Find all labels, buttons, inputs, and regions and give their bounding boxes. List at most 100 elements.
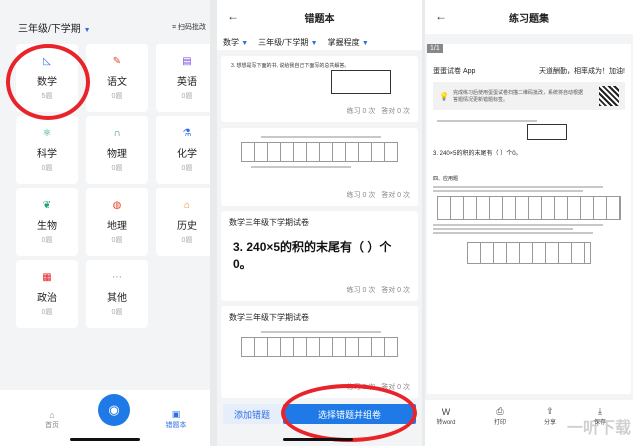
question-table — [437, 196, 621, 220]
back-arrow-icon[interactable]: ← — [227, 9, 239, 23]
subject-card[interactable]: ∩ 物理 0题 — [86, 116, 148, 184]
card-stats: 练习 0 次 答对 0 次 — [346, 192, 410, 199]
subject-name: 数学 — [37, 76, 57, 88]
instruction-note: 💡 完成练习后使用蛋蛋试卷扫描二维码批改，系统将自动根据答题情况更新错题标签。 — [433, 82, 625, 110]
mistake-card[interactable]: 练习 0 次 答对 0 次 — [221, 128, 418, 206]
printer-icon: ⎙ — [496, 406, 504, 416]
toolbar: W 转word ⎙ 打印 ⇪ 分享 ⤓ 保存 一听下载 — [425, 400, 633, 446]
camera-button[interactable]: ◉ — [98, 394, 130, 426]
subject-name: 地理 — [107, 220, 127, 232]
subject-card[interactable]: ⚗ 化学 0题 — [156, 116, 210, 184]
subject-name: 生物 — [37, 220, 57, 232]
subject-name: 政治 — [37, 292, 57, 304]
grade-label: 三年级/下学期 — [18, 24, 81, 35]
subject-name: 化学 — [177, 148, 197, 160]
select-and-compose-button[interactable]: 选择错题并组卷 — [283, 404, 416, 424]
cartoon-image — [331, 70, 391, 94]
worksheet-header: 蛋蛋试卷 App 天道酬勤，相率成为！加油! — [427, 44, 631, 76]
subject-count: 0题 — [41, 236, 53, 244]
mistake-card[interactable]: 数学三年级下学期试卷 3. 240×5的积的末尾有（ ）个0。 练习 0 次 答… — [221, 211, 418, 301]
atom-icon: ⚛ — [42, 127, 52, 139]
dots-icon: ⋯ — [112, 271, 122, 283]
worksheet: 蛋蛋试卷 App 天道酬勤，相率成为！加油! 💡 完成练习后使用蛋蛋试卷扫描二维… — [427, 44, 631, 394]
tab-notebook[interactable]: ▣ 错题本 — [156, 409, 196, 430]
notebook-icon: ▣ — [171, 409, 181, 419]
subject-card[interactable]: ▦ 政治 0题 — [16, 260, 78, 328]
share-icon: ⇪ — [546, 406, 554, 416]
subject-count: 0题 — [41, 308, 53, 316]
filter-subject[interactable]: 数学 ▼ — [223, 37, 248, 48]
subject-count: 0题 — [111, 236, 123, 244]
tool-label: 转word — [436, 420, 456, 426]
subject-count: 0题 — [41, 164, 53, 172]
subject-grid: ◺ 数学 5题 ✎ 语文 0题 ▤ 英语 0题 ⚛ 科学 0题 ∩ 物理 0题 ⚗ 化学 0题 ❦ 生物 0题 ◍ 地理 0题… — [16, 44, 210, 328]
home-indicator — [283, 438, 353, 441]
subject-count: 0题 — [181, 92, 193, 100]
app-name: 蛋蛋试卷 App — [433, 68, 476, 75]
header: ← 错题本 — [217, 0, 422, 34]
tab-notebook-label: 错题本 — [165, 422, 187, 429]
subject-count: 0题 — [111, 308, 123, 316]
filter-grade[interactable]: 三年级/下学期 ▼ — [258, 37, 317, 48]
subject-panel: 三年级/下学期 ▼ ⌗ 扫码批改 ◺ 数学 5题 ✎ 语文 0题 ▤ 英语 0题 ⚛ 科学 0题 ∩ 物理… — [0, 0, 210, 446]
subject-card[interactable]: ◍ 地理 0题 — [86, 188, 148, 256]
magnet-icon: ∩ — [113, 127, 121, 139]
subject-card[interactable]: ⚛ 科学 0题 — [16, 116, 78, 184]
back-arrow-icon[interactable]: ← — [435, 9, 447, 23]
triangle-ruler-icon: ◺ — [43, 55, 51, 67]
page-title: 练习题集 — [509, 13, 549, 25]
lightbulb-icon: 💡 — [439, 91, 449, 101]
text-line — [437, 120, 537, 122]
text-line — [433, 224, 603, 226]
practice-panel: ← 练习题集 蛋蛋试卷 App 天道酬勤，相率成为！加油! 💡 完成练习后使用蛋… — [425, 0, 633, 446]
subject-name: 科学 — [37, 148, 57, 160]
card-stats: 练习 0 次 答对 0 次 — [346, 108, 410, 115]
text-line — [433, 232, 593, 234]
card-stats: 练习 0 次 答对 0 次 — [346, 384, 410, 391]
add-mistake-button[interactable]: 添加错题 — [223, 404, 281, 424]
app-slogan: 天道酬勤，相率成为！加油! — [539, 68, 625, 75]
subject-card[interactable]: ❦ 生物 0题 — [16, 188, 78, 256]
scan-grade-button[interactable]: ⌗ 扫码批改 — [172, 22, 206, 32]
tab-home-label: 首页 — [45, 422, 59, 429]
filter-mastery[interactable]: 掌握程度 ▼ — [328, 37, 369, 48]
card-stats: 练习 0 次 答对 0 次 — [346, 287, 410, 294]
subject-card[interactable]: ◺ 数学 5题 — [16, 44, 78, 112]
subject-card[interactable]: ⋯ 其他 0题 — [86, 260, 148, 328]
mistake-card[interactable]: 3. 想想是写下面的书, 说给我自己下面写的总共解答。 练习 0 次 答对 0 … — [221, 56, 418, 122]
tab-home[interactable]: ⌂ 首页 — [32, 410, 72, 430]
flask-icon: ⚗ — [182, 127, 192, 139]
watermark: 一听下载 — [566, 420, 631, 437]
chevron-down-icon: ▼ — [83, 27, 91, 34]
word-icon: W — [441, 407, 451, 417]
temple-icon: ⌂ — [183, 199, 191, 211]
chevron-down-icon: ▼ — [361, 39, 369, 47]
subject-name: 物理 — [107, 148, 127, 160]
card-question: 3. 240×5的积的末尾有（ ）个0。 — [233, 240, 392, 271]
subject-card[interactable]: ✎ 语文 0题 — [86, 44, 148, 112]
scan-icon: ⌗ — [172, 24, 177, 31]
subject-card[interactable]: ⌂ 历史 0题 — [156, 188, 210, 256]
card-title: 数学三年级下学期试卷 — [229, 313, 309, 322]
question-4-heading: 四、应用题 — [433, 176, 459, 182]
text-line — [433, 228, 573, 230]
subject-count: 0题 — [181, 236, 193, 244]
question-table — [241, 337, 398, 357]
mistake-card[interactable]: 数学三年级下学期试卷 练习 0 次 答对 0 次 — [221, 306, 418, 398]
text-line — [433, 186, 603, 188]
chevron-down-icon: ▼ — [241, 39, 249, 47]
leaf-icon: ❦ — [42, 199, 52, 211]
grade-selector[interactable]: 三年级/下学期 ▼ — [18, 20, 91, 35]
notebook-panel: ← 错题本 数学 ▼ 三年级/下学期 ▼ 掌握程度 ▼ 3. 想想是写下面的书,… — [217, 0, 422, 446]
page-indicator: 1/1 — [427, 44, 443, 53]
subject-count: 0题 — [111, 92, 123, 100]
print-button[interactable]: ⎙ 打印 — [485, 406, 515, 426]
share-button[interactable]: ⇪ 分享 — [535, 406, 565, 426]
text-line — [251, 166, 351, 168]
tool-label: 分享 — [543, 420, 556, 426]
flag-icon: ▦ — [42, 271, 52, 283]
subject-name: 英语 — [177, 76, 197, 88]
export-word-button[interactable]: W 转word — [431, 407, 461, 426]
subject-card[interactable]: ▤ 英语 0题 — [156, 44, 210, 112]
qr-code — [599, 86, 619, 106]
